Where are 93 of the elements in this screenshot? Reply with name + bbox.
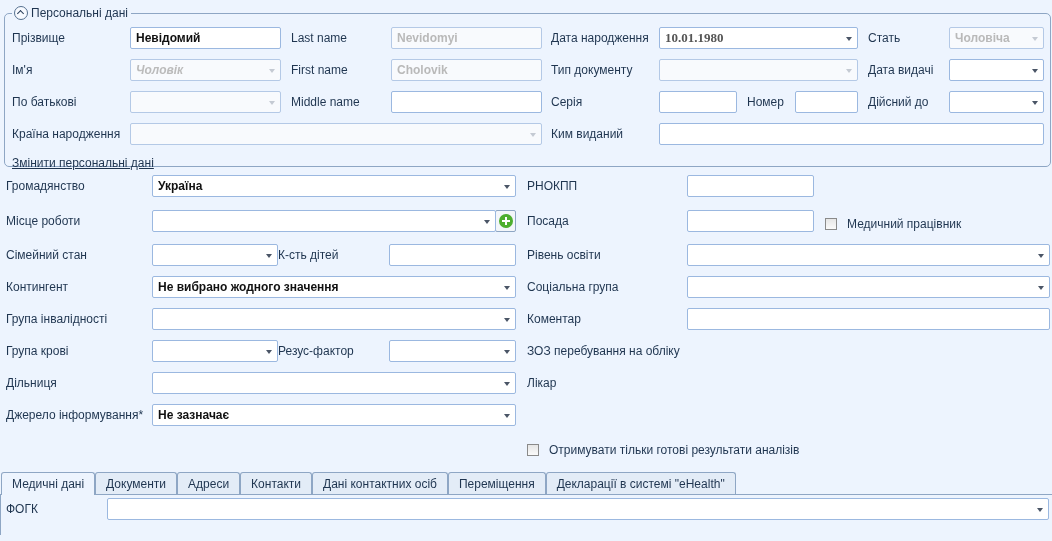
checkbox-label: Отримувати тільки готові результати аналізів: [549, 443, 800, 457]
field-label: К-сть дітей: [278, 248, 340, 262]
text-field[interactable]: [659, 91, 737, 113]
field-label: Джерело інформування*: [6, 408, 145, 422]
field-label: По батькові: [12, 95, 78, 109]
checkbox[interactable]: [527, 444, 539, 456]
caret-icon: [1032, 37, 1038, 41]
text-field[interactable]: [391, 91, 542, 113]
checkbox[interactable]: [825, 217, 837, 230]
text-field[interactable]: [659, 123, 1044, 145]
field-label: Громадянство: [6, 179, 86, 193]
add-button[interactable]: [495, 209, 516, 232]
field-label: Дата народження: [550, 31, 650, 45]
field-label: Middle name: [290, 95, 361, 109]
caret-icon: [269, 69, 275, 73]
dropdown-field[interactable]: Не зазначає: [152, 404, 516, 426]
caret-icon: [1032, 101, 1038, 105]
dropdown-field[interactable]: [687, 244, 1050, 266]
field-label: Last name: [290, 31, 349, 45]
field-label: Посада: [527, 213, 570, 228]
field-label: First name: [290, 63, 349, 77]
tab[interactable]: Переміщення: [447, 472, 546, 494]
dropdown-field[interactable]: [687, 276, 1050, 298]
field-label: Група крові: [6, 344, 70, 358]
field-label: Тип документу: [550, 63, 634, 77]
date-picker[interactable]: 10.01.1980: [659, 27, 858, 49]
field-label: Дата видачі: [867, 63, 935, 77]
caret-icon: [484, 219, 490, 224]
checkbox-label: Медичний працівник: [847, 216, 962, 231]
tab[interactable]: Документи: [95, 472, 178, 494]
caret-icon: [530, 133, 536, 137]
text-field[interactable]: [687, 175, 814, 197]
field-label: Стать: [867, 31, 902, 45]
caret-icon: [504, 185, 510, 189]
dropdown-field[interactable]: Україна: [152, 175, 516, 197]
dropdown-field[interactable]: [949, 91, 1044, 113]
tab[interactable]: Контакти: [240, 472, 312, 494]
field-label: Резус-фактор: [278, 344, 355, 358]
change-link[interactable]: Змінити персональні дані: [12, 156, 154, 170]
caret-icon: [266, 254, 272, 258]
field-label: Дільниця: [6, 376, 58, 390]
text-field[interactable]: [795, 91, 858, 113]
caret-icon: [1032, 69, 1038, 73]
caret-icon: [504, 350, 510, 354]
field-label: Соціальна група: [527, 280, 620, 294]
dropdown-field[interactable]: Не вибрано жодного значення: [152, 276, 516, 298]
caret-icon: [1038, 254, 1044, 258]
dropdown-field[interactable]: [107, 497, 1049, 520]
caret-icon: [266, 350, 272, 354]
dropdown-field[interactable]: [152, 244, 278, 266]
caret-icon: [1037, 507, 1043, 512]
field-label: ЗОЗ перебування на обліку: [527, 344, 681, 358]
group-title: Персональні дані: [31, 6, 128, 20]
text-field[interactable]: Невідомий: [130, 27, 281, 49]
field-label: Лікар: [527, 376, 558, 390]
tab[interactable]: Декларації в системі "eHealth": [545, 472, 736, 494]
dropdown-field[interactable]: [949, 59, 1044, 81]
caret-icon: [504, 318, 510, 322]
caret-icon: [269, 101, 275, 105]
caret-icon: [1038, 286, 1044, 290]
caret-icon: [846, 37, 852, 41]
caret-icon: [504, 382, 510, 386]
collapse-icon[interactable]: [14, 6, 28, 20]
field-label: Коментар: [527, 312, 582, 326]
dropdown-field[interactable]: [152, 340, 278, 362]
field-label: Рівень освіти: [527, 248, 602, 262]
field-label: РНОКПП: [527, 179, 579, 193]
field-label: Номер: [746, 95, 785, 109]
field-label: ФОГК: [6, 501, 39, 516]
dropdown-field[interactable]: [152, 209, 496, 232]
field-label: Серія: [550, 95, 584, 109]
tab[interactable]: Адреси: [177, 472, 241, 494]
dropdown-field[interactable]: [152, 372, 516, 394]
text-field[interactable]: [687, 209, 814, 232]
field-label: Дійсний до: [867, 95, 930, 109]
field-label: Прізвище: [12, 31, 66, 45]
plus-icon: [498, 213, 513, 228]
field-label: Ким виданий: [550, 127, 625, 141]
field-label: Країна народження: [12, 127, 122, 141]
caret-icon: [846, 69, 852, 73]
text-field[interactable]: [389, 244, 516, 266]
field-label: Ім'я: [12, 63, 34, 77]
text-field[interactable]: [687, 308, 1050, 330]
tab[interactable]: Дані контактних осіб: [312, 472, 448, 494]
field-label: Контингент: [6, 280, 70, 294]
field-label: Сімейний стан: [6, 248, 88, 262]
tab[interactable]: Медичні дані: [1, 472, 96, 495]
field-label: Група інвалідності: [6, 312, 109, 326]
field-label: Місце роботи: [6, 213, 82, 228]
dropdown-field[interactable]: [152, 308, 516, 330]
dropdown-field[interactable]: [389, 340, 516, 362]
caret-icon: [504, 286, 510, 290]
caret-icon: [504, 414, 510, 418]
